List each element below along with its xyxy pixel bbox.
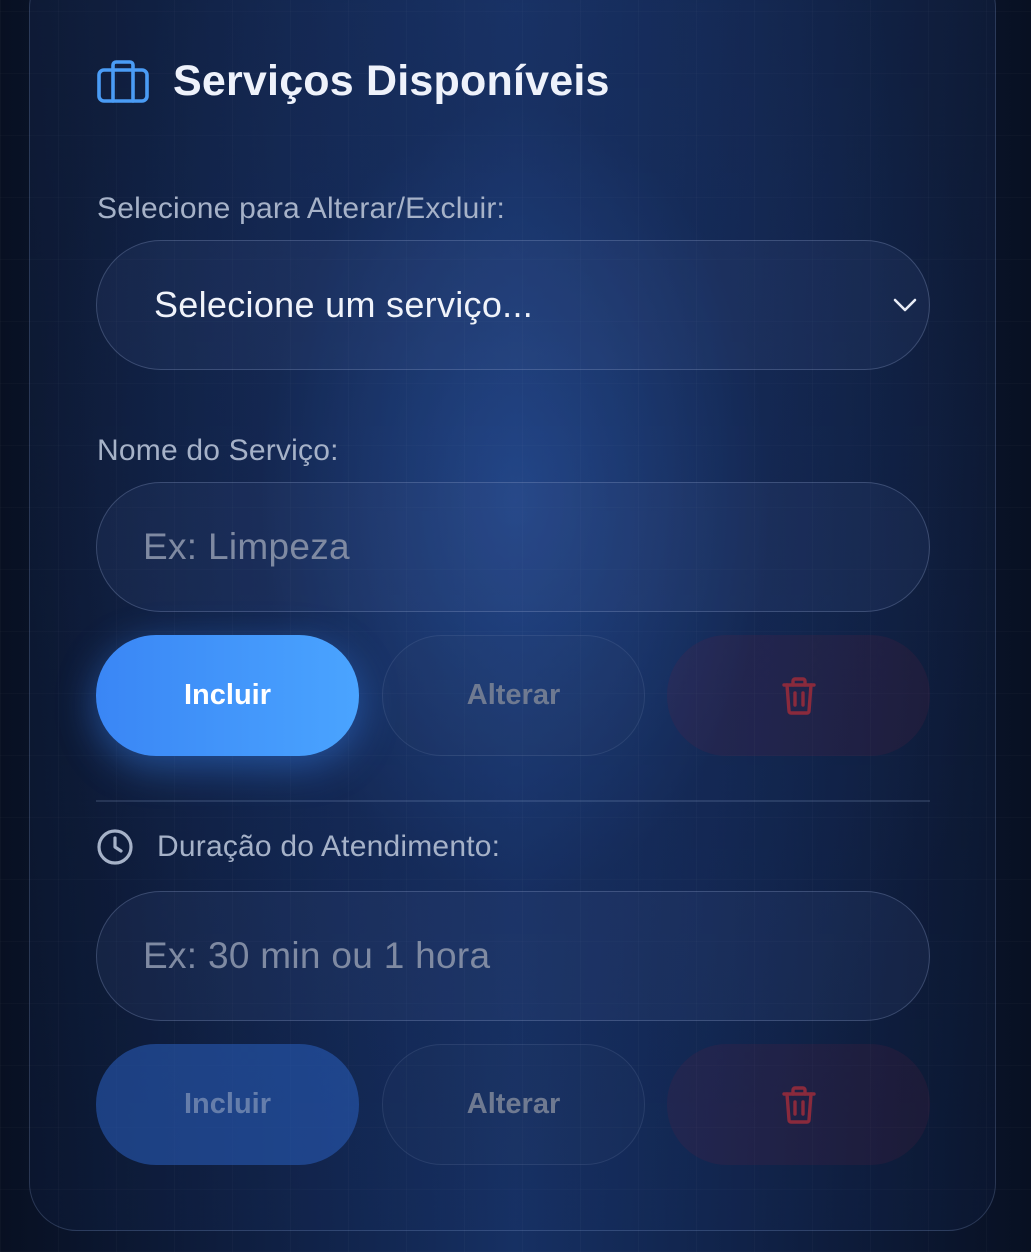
section-title: Serviços Disponíveis <box>173 56 610 105</box>
duration-placeholder: Ex: 30 min ou 1 hora <box>143 935 491 976</box>
edit-duration-button[interactable]: Alterar <box>382 1044 645 1165</box>
clock-icon <box>96 828 134 866</box>
trash-icon <box>781 676 817 716</box>
service-name-label: Nome do Serviço: <box>97 434 339 467</box>
page: Serviços Disponíveis Selecione para Alte… <box>0 0 1031 1252</box>
section-divider <box>96 800 930 802</box>
delete-service-button[interactable] <box>667 635 930 756</box>
select-service-label: Selecione para Alterar/Excluir: <box>97 192 506 225</box>
service-name-input[interactable]: Ex: Limpeza <box>96 482 930 612</box>
duration-input[interactable]: Ex: 30 min ou 1 hora <box>96 891 930 1021</box>
service-name-placeholder: Ex: Limpeza <box>143 526 350 567</box>
duration-label: Duração do Atendimento: <box>157 830 501 863</box>
chevron-down-icon <box>891 291 919 319</box>
include-duration-button[interactable]: Incluir <box>96 1044 359 1165</box>
service-select-value: Selecione um serviço... <box>154 284 534 325</box>
trash-icon <box>781 1085 817 1125</box>
service-select[interactable]: Selecione um serviço... <box>96 240 930 370</box>
briefcase-icon <box>96 59 150 103</box>
delete-duration-button[interactable] <box>667 1044 930 1165</box>
section-header: Serviços Disponíveis <box>96 52 610 110</box>
include-service-button[interactable]: Incluir <box>96 635 359 756</box>
duration-header: Duração do Atendimento: <box>96 826 500 868</box>
edit-service-button[interactable]: Alterar <box>382 635 645 756</box>
